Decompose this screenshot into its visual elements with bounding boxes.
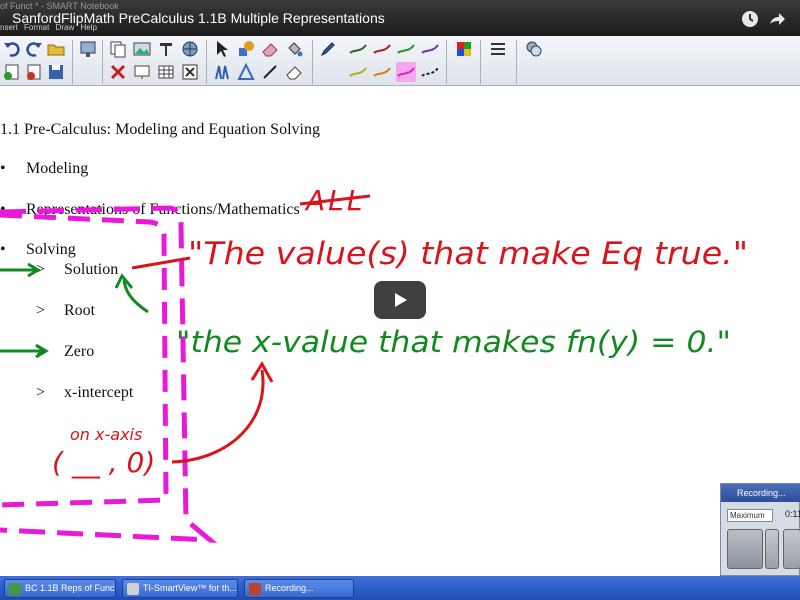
share-icon[interactable] [767,9,787,29]
watch-later-icon[interactable] [740,9,760,29]
page-heading: 1.1 Pre-Calculus: Modeling and Equation … [0,121,320,138]
pen-style-4-icon[interactable] [420,39,440,59]
windows-taskbar: BC 1.1B Reps of Func... TI-SmartView™ fo… [0,576,800,600]
sub-marker: > [36,302,46,319]
video-title-bar: of Funct * - SMART Notebook nsert Format… [0,0,800,36]
notebook-app-icon [9,583,21,595]
properties-icon[interactable] [524,39,544,59]
sub-item-root: Root [64,302,96,319]
smart-notebook-toolbar [0,36,800,86]
creative-pens-icon[interactable] [212,62,232,82]
sub-item-solution: Solution [64,261,119,278]
eraser-2-icon[interactable] [284,62,304,82]
pen-style-8-icon[interactable] [420,62,440,82]
pen-icon[interactable] [318,39,338,59]
line-tool-icon[interactable] [260,62,280,82]
bullet-solving: Solving [26,241,76,258]
pause-button[interactable] [765,529,779,569]
recording-quality-select[interactable]: Maximum [727,509,773,522]
toolbar-separator [312,40,313,84]
save-icon[interactable] [46,62,66,82]
bullet-marker: • [0,241,6,258]
new-page-icon[interactable] [2,62,22,82]
screen-shade-icon[interactable] [78,39,98,59]
record-button[interactable] [727,529,763,569]
gallery-icon[interactable] [180,39,200,59]
fill-icon[interactable] [284,39,304,59]
taskbar-recording[interactable]: Recording... [244,579,354,598]
taskbar-label: BC 1.1B Reps of Func... [25,583,116,593]
delete-icon[interactable] [108,62,128,82]
fullscreen-icon[interactable] [132,62,152,82]
recording-window: Recording... Maximum 0:11 [720,483,800,576]
toolbar-separator [72,40,73,84]
taskbar-notebook[interactable]: BC 1.1B Reps of Func... [4,579,116,598]
select-arrow-icon[interactable] [212,39,232,59]
open-folder-icon[interactable] [46,39,66,59]
table-icon[interactable] [156,62,176,82]
toolbar-separator [516,40,517,84]
video-title[interactable]: SanfordFlipMath PreCalculus 1.1B Multipl… [12,10,385,26]
sub-marker: > [36,261,46,278]
recording-time: 0:11 [785,509,800,519]
taskbar-label: Recording... [265,583,314,593]
redo-icon[interactable] [24,39,44,59]
toolbar-separator [480,40,481,84]
magic-pen-icon[interactable] [236,62,256,82]
pen-style-3-icon[interactable] [396,39,416,59]
sub-item-x-intercept: x-intercept [64,384,134,401]
copy-page-icon[interactable] [108,39,128,59]
taskbar-ti-smartview[interactable]: TI-SmartView™ for th... [122,579,238,598]
pen-style-5-icon[interactable] [348,62,368,82]
play-button[interactable] [374,281,426,319]
taskbar-label: TI-SmartView™ for th... [143,583,237,593]
screen: of Funct * - SMART Notebook nsert Format… [0,0,800,600]
bullet-modeling: Modeling [26,160,89,177]
text-tool-icon[interactable] [156,39,176,59]
stop-button[interactable] [783,529,800,569]
bullet-representations: Representations of Functions/Mathematics [26,201,300,218]
sub-item-zero: Zero [64,343,95,360]
pen-style-7-icon[interactable] [396,62,416,82]
recorder-app-icon [249,583,261,595]
close-window-icon[interactable] [180,62,200,82]
notebook-page[interactable]: 1.1 Pre-Calculus: Modeling and Equation … [0,86,800,576]
pen-style-6-icon[interactable] [372,62,392,82]
pen-style-2-icon[interactable] [372,39,392,59]
shapes-icon[interactable] [236,39,256,59]
sub-marker: > [36,384,46,401]
undo-icon[interactable] [2,39,22,59]
delete-page-icon[interactable] [24,62,44,82]
toolbar-separator [102,40,103,84]
toolbar-separator [446,40,447,84]
toolbar-separator [206,40,207,84]
eraser-icon[interactable] [260,39,280,59]
calculator-app-icon [127,583,139,595]
line-properties-icon[interactable] [488,39,508,59]
pen-style-1-icon[interactable] [348,39,368,59]
bullet-marker: • [0,201,6,218]
recording-title: Recording... [721,484,800,502]
bullet-marker: • [0,160,6,177]
insert-picture-icon[interactable] [132,39,152,59]
color-palette-icon[interactable] [454,39,474,59]
sub-marker: > [36,343,46,360]
